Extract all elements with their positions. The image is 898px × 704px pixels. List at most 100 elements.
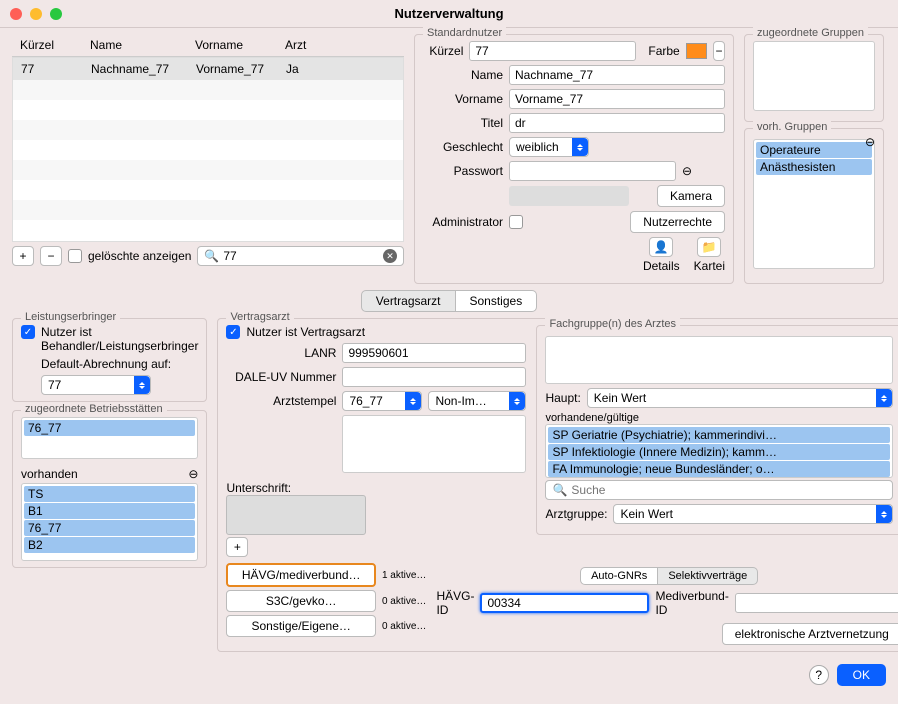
sonstige-row-button[interactable]: Sonstige/Eigene… (226, 615, 376, 637)
default-abrechnung-select[interactable]: 77 (41, 375, 151, 395)
fach-available-list[interactable]: SP Geriatrie (Psychiatrie); kammerindivi… (545, 424, 892, 478)
vorname-input[interactable] (509, 89, 725, 109)
sonstige-count: 0 aktive… (382, 621, 426, 632)
default-abrechnung-label: Default-Abrechnung auf: (41, 357, 198, 371)
details-button[interactable]: 👤Details (643, 237, 680, 273)
dale-label: DALE-UV Nummer (226, 370, 336, 384)
users-table-panel: Kürzel Name Vorname Arzt 77 Nachname_77 … (12, 34, 404, 284)
tab-vertragsarzt[interactable]: Vertragsarzt (361, 290, 456, 312)
list-item[interactable]: FA Immunologie; neue Bundesländer; o… (548, 461, 889, 477)
fach-search[interactable]: 🔍 (545, 480, 892, 500)
gear-icon[interactable]: ⊖ (188, 467, 198, 481)
assigned-betrieb-list[interactable]: 76_77 (21, 417, 198, 459)
list-item[interactable]: 76_77 (24, 420, 195, 436)
vertragsarzt-checkbox[interactable]: ✓ (226, 325, 240, 339)
available-groups-title: vorh. Gruppen (753, 121, 831, 133)
betriebsstaetten-panel: zugeordnete Betriebsstätten 76_77 vorhan… (12, 410, 207, 568)
behandler-label: Nutzer ist Behandler/Leistungserbringer (41, 325, 198, 353)
search-field[interactable]: 🔍 ✕ (197, 246, 404, 266)
name-input[interactable] (509, 65, 725, 85)
mediverbund-id-label: Mediverbund-ID (655, 589, 728, 617)
std-title: Standardnutzer (423, 27, 506, 39)
nutzerrechte-button[interactable]: Nutzerrechte (630, 211, 725, 233)
table-row[interactable]: 77 Nachname_77 Vorname_77 Ja (13, 58, 403, 80)
haevg-count: 1 aktive… (382, 570, 426, 581)
col-arzt[interactable]: Arzt (277, 34, 404, 57)
kuerzel-label: Kürzel (423, 44, 463, 58)
geschlecht-select[interactable]: weiblich (509, 137, 589, 157)
col-vorname[interactable]: Vorname (187, 34, 277, 57)
haevg-row-button[interactable]: HÄVG/mediverbund… (226, 563, 376, 587)
haupt-select[interactable]: Kein Wert (587, 388, 893, 408)
s3c-row-button[interactable]: S3C/gevko… (226, 590, 376, 612)
kamera-button[interactable]: Kamera (657, 185, 725, 207)
admin-label: Administrator (423, 215, 503, 229)
fach-search-input[interactable] (571, 483, 885, 497)
passwort-input[interactable] (509, 161, 676, 181)
kuerzel-input[interactable] (469, 41, 636, 61)
search-input[interactable] (223, 249, 379, 263)
list-item[interactable]: Operateure (756, 142, 872, 158)
folder-icon: 📁 (697, 237, 721, 257)
show-deleted-label: gelöschte anzeigen (88, 249, 191, 263)
havg-id-label: HÄVG-ID (436, 589, 474, 617)
vertrag-title: Vertragsarzt (226, 311, 293, 323)
assigned-groups-panel: zugeordnete Gruppen (744, 34, 884, 122)
col-kuerzel[interactable]: Kürzel (12, 34, 82, 57)
list-item[interactable]: SP Geriatrie (Psychiatrie); kammerindivi… (548, 427, 889, 443)
assigned-groups-list[interactable] (753, 41, 875, 111)
leist-title: Leistungserbringer (21, 311, 120, 323)
arztgruppe-select[interactable]: Kein Wert (613, 504, 892, 524)
fachgruppen-panel: Fachgruppe(n) des Arztes Haupt: Kein Wer… (536, 325, 898, 535)
cell-name: Nachname_77 (83, 58, 188, 80)
col-name[interactable]: Name (82, 34, 187, 57)
show-deleted-checkbox[interactable] (68, 249, 82, 263)
vorhanden-label: vorhandene/gültige (545, 412, 892, 424)
tab-auto-gnrs[interactable]: Auto-GNRs (580, 567, 658, 585)
available-groups-list[interactable]: Operateure Anästhesisten (753, 139, 875, 269)
fach-assigned-list[interactable] (545, 336, 892, 384)
list-item[interactable]: B1 (24, 503, 195, 519)
add-signature-button[interactable]: + (226, 537, 248, 557)
list-item[interactable]: TS (24, 486, 195, 502)
betrieb-title: zugeordnete Betriebsstätten (21, 403, 167, 415)
s3c-count: 0 aktive… (382, 596, 426, 607)
gear-icon[interactable]: ⊖ (865, 135, 875, 149)
help-button[interactable]: ? (809, 665, 829, 685)
mediverbund-id-input[interactable] (735, 593, 898, 613)
remove-user-button[interactable]: − (40, 246, 62, 266)
stempel-select-1[interactable]: 76_77 (342, 391, 422, 411)
titel-input[interactable] (509, 113, 725, 133)
name-label: Name (423, 68, 503, 82)
add-user-button[interactable]: + (12, 246, 34, 266)
behandler-checkbox[interactable]: ✓ (21, 325, 35, 339)
available-betrieb-list[interactable]: TS B1 76_77 B2 (21, 483, 198, 561)
stempel-label: Arztstempel (226, 394, 336, 408)
lanr-input[interactable] (342, 343, 526, 363)
color-swatch[interactable] (686, 43, 707, 59)
list-item[interactable]: B2 (24, 537, 195, 553)
person-icon: 👤 (649, 237, 673, 257)
lanr-label: LANR (226, 346, 336, 360)
ok-button[interactable]: OK (837, 664, 886, 686)
leistungserbringer-panel: Leistungserbringer ✓ Nutzer ist Behandle… (12, 318, 207, 402)
window-title: Nutzerverwaltung (0, 6, 898, 21)
main-tabs: Vertragsarzt Sonstiges (12, 290, 886, 312)
stempel-select-2[interactable]: Non-Im… (428, 391, 526, 411)
tab-sonstiges[interactable]: Sonstiges (456, 290, 538, 312)
search-icon: 🔍 (552, 483, 567, 497)
dale-input[interactable] (342, 367, 526, 387)
list-item[interactable]: Anästhesisten (756, 159, 872, 175)
admin-checkbox[interactable] (509, 215, 523, 229)
reveal-password-icon[interactable]: ⊖ (682, 164, 692, 178)
kartei-button[interactable]: 📁Kartei (694, 237, 725, 273)
signature-box (226, 495, 366, 535)
list-item[interactable]: SP Infektiologie (Innere Medizin); kamm… (548, 444, 889, 460)
tab-selektivvertraege[interactable]: Selektivverträge (658, 567, 758, 585)
elek-arztvernetzung-button[interactable]: elektronische Arztvernetzung (722, 623, 898, 645)
standardnutzer-panel: Standardnutzer Kürzel Farbe − Name Vorna… (414, 34, 734, 284)
havg-id-input[interactable] (480, 593, 649, 613)
clear-search-button[interactable]: ✕ (383, 249, 397, 263)
remove-color-button[interactable]: − (713, 41, 725, 61)
list-item[interactable]: 76_77 (24, 520, 195, 536)
